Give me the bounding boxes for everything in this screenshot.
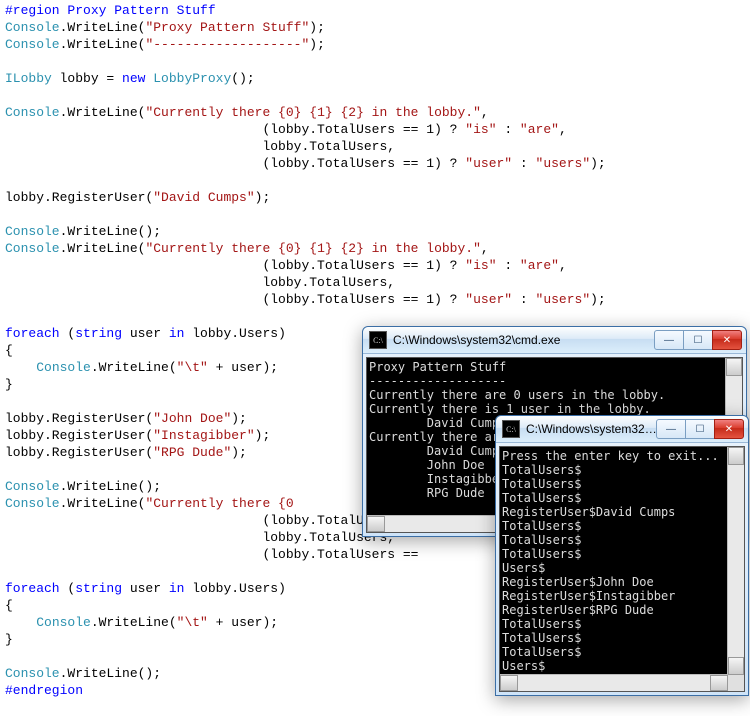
window-title: C:\Windows\system32\cm... [526, 422, 657, 436]
console-line: Proxy Pattern Stuff [369, 360, 740, 374]
scrollbar-horizontal[interactable] [500, 674, 728, 691]
close-button[interactable]: ✕ [712, 330, 742, 350]
scrollbar-vertical[interactable] [727, 447, 744, 675]
resize-grip[interactable] [728, 675, 744, 691]
region-end: #endregion [5, 683, 83, 698]
minimize-button[interactable]: — [656, 419, 686, 439]
console-output: Press the enter key to exit... TotalUser… [499, 446, 745, 692]
console-window-2[interactable]: C:\ C:\Windows\system32\cm... — ☐ ✕ Pres… [495, 415, 749, 696]
maximize-button[interactable]: ☐ [683, 330, 713, 350]
titlebar[interactable]: C:\ C:\Windows\system32\cm... — ☐ ✕ [496, 416, 748, 443]
region-start: #region Proxy Pattern Stuff [5, 3, 216, 18]
minimize-button[interactable]: — [654, 330, 684, 350]
cmd-icon: C:\ [369, 331, 387, 349]
close-button[interactable]: ✕ [714, 419, 744, 439]
maximize-button[interactable]: ☐ [685, 419, 715, 439]
titlebar[interactable]: C:\ C:\Windows\system32\cmd.exe — ☐ ✕ [363, 327, 746, 354]
window-title: C:\Windows\system32\cmd.exe [393, 333, 655, 347]
cmd-icon: C:\ [502, 420, 520, 438]
